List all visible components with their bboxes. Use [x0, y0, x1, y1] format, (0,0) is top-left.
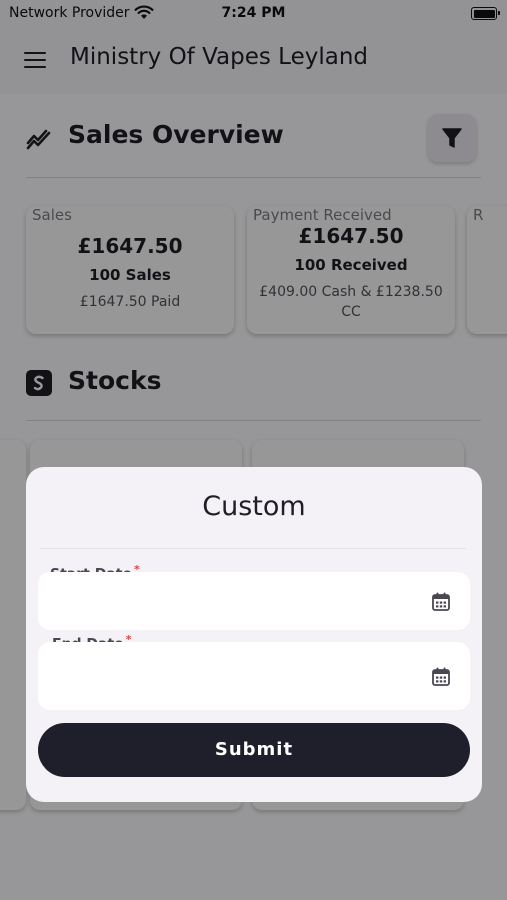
modal-divider [40, 548, 466, 549]
start-date-input[interactable] [38, 572, 470, 630]
calendar-icon[interactable] [432, 592, 450, 611]
custom-date-modal: Custom Start Date* End Date* [26, 467, 482, 802]
end-date-input[interactable] [38, 642, 470, 710]
calendar-icon[interactable] [432, 667, 450, 686]
app-screen: Network Provider 7:24 PM Ministry Of Vap… [0, 0, 507, 900]
modal-title: Custom [202, 491, 306, 522]
submit-button[interactable]: Submit [38, 723, 470, 777]
